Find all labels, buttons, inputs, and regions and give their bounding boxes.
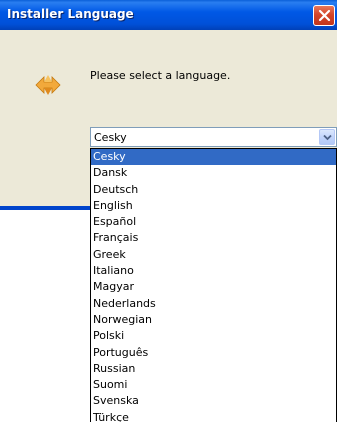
language-option[interactable]: Dansk <box>91 165 336 181</box>
language-option[interactable]: Russian <box>91 361 336 377</box>
language-option[interactable]: English <box>91 198 336 214</box>
language-dropdown-list[interactable]: Cesky Dansk Deutsch English Español Français G… <box>90 148 337 422</box>
chevron-down-icon <box>323 134 332 141</box>
language-option[interactable]: Svenska <box>91 393 336 409</box>
close-icon <box>318 9 331 22</box>
language-select[interactable]: Cesky <box>90 127 337 147</box>
language-option[interactable]: Türkçe <box>91 410 336 422</box>
window-border-bottom <box>0 206 90 210</box>
language-option[interactable]: Norwegian <box>91 312 336 328</box>
prompt-text: Please select a language. <box>90 69 231 82</box>
language-select-value: Cesky <box>94 131 127 144</box>
dropdown-button[interactable] <box>319 129 335 145</box>
title-bar[interactable]: Installer Language <box>0 0 337 30</box>
close-button[interactable] <box>313 5 335 26</box>
language-option[interactable]: Suomi <box>91 377 336 393</box>
language-option[interactable]: Español <box>91 214 336 230</box>
language-option[interactable]: Deutsch <box>91 182 336 198</box>
language-option[interactable]: Greek <box>91 247 336 263</box>
installer-arrows-icon <box>35 74 61 100</box>
language-option[interactable]: Français <box>91 230 336 246</box>
language-option[interactable]: Português <box>91 345 336 361</box>
window-title: Installer Language <box>7 7 134 21</box>
language-option[interactable]: Nederlands <box>91 296 336 312</box>
language-option[interactable]: Cesky <box>91 149 336 166</box>
language-option[interactable]: Magyar <box>91 279 336 295</box>
language-option[interactable]: Italiano <box>91 263 336 279</box>
language-option[interactable]: Polski <box>91 328 336 344</box>
